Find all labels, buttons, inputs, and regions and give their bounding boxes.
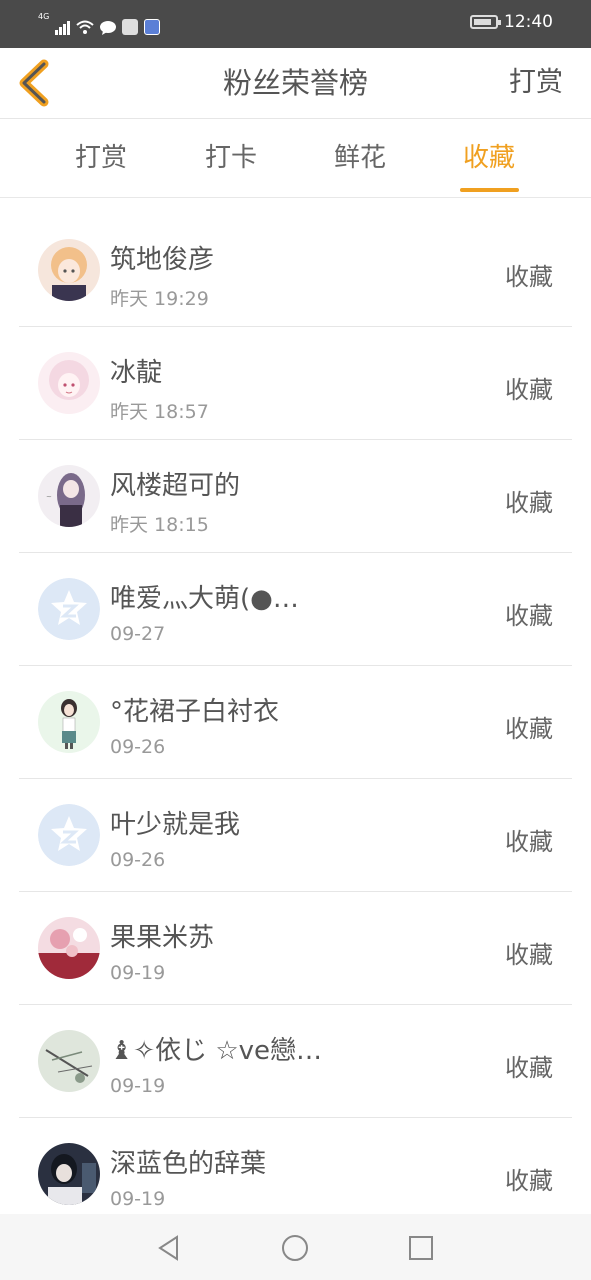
default-avatar[interactable] <box>38 804 100 866</box>
action-label: 收藏 <box>505 1054 553 1082</box>
timestamp: 昨天 18:57 <box>110 401 209 423</box>
tab-checkin[interactable]: 打卡 <box>191 119 271 197</box>
timestamp: 09-27 <box>110 623 166 645</box>
tab-bar: 打赏 打卡 鲜花 收藏 <box>0 119 591 198</box>
fan-list: 筑地俊彦 昨天 19:29 收藏 冰靛 昨天 18:57 收藏 ~ 风楼超可的 … <box>0 214 591 1231</box>
network-type: 4G <box>38 12 50 21</box>
message-icon <box>100 21 117 35</box>
timestamp: 09-19 <box>110 962 166 984</box>
action-label: 收藏 <box>505 828 553 856</box>
circle-home-icon[interactable] <box>281 1234 309 1262</box>
action-label: 收藏 <box>505 941 553 969</box>
status-icons: 4G <box>38 12 161 35</box>
battery-icon <box>470 15 501 29</box>
list-item[interactable]: 筑地俊彦 昨天 19:29 收藏 <box>0 214 591 327</box>
timestamp: 昨天 18:15 <box>110 514 209 536</box>
action-label: 收藏 <box>505 489 553 517</box>
list-item[interactable]: ~ 风楼超可的 昨天 18:15 收藏 <box>0 440 591 553</box>
reward-button[interactable]: 打赏 <box>509 48 563 118</box>
list-item[interactable]: ♝✧依じ ☆ve戀… 09-19 收藏 <box>0 1005 591 1118</box>
avatar[interactable] <box>38 352 100 414</box>
tab-flowers[interactable]: 鲜花 <box>320 119 400 197</box>
user-name: ♝✧依じ ☆ve戀… <box>110 1036 323 1066</box>
user-name: °花裙子白衬衣 <box>110 697 280 727</box>
svg-text:~: ~ <box>46 493 52 501</box>
system-nav-bar <box>0 1214 591 1280</box>
user-name: 筑地俊彦 <box>110 245 215 275</box>
clock: 12:40 <box>504 12 553 32</box>
avatar[interactable] <box>38 917 100 979</box>
user-name: 深蓝色的辞葉 <box>110 1149 267 1179</box>
default-avatar[interactable] <box>38 578 100 640</box>
status-bar: 4G 12:40 <box>0 0 591 48</box>
action-label: 收藏 <box>505 376 553 404</box>
list-item[interactable]: 唯爱灬大萌(●… 09-27 收藏 <box>0 553 591 666</box>
status-right: 12:40 <box>470 12 553 32</box>
app-header: 粉丝荣誉榜 打赏 <box>0 48 591 119</box>
tab-reward[interactable]: 打赏 <box>61 119 141 197</box>
timestamp: 09-26 <box>110 736 166 758</box>
wifi-icon <box>76 20 94 34</box>
user-name: 果果米苏 <box>110 923 215 953</box>
avatar[interactable] <box>38 691 100 753</box>
timestamp: 09-19 <box>110 1188 166 1210</box>
list-item[interactable]: 果果米苏 09-19 收藏 <box>0 892 591 1005</box>
timestamp: 09-19 <box>110 1075 166 1097</box>
action-label: 收藏 <box>505 715 553 743</box>
signal-icon <box>55 19 71 35</box>
active-tab-indicator <box>460 188 519 192</box>
action-label: 收藏 <box>505 602 553 630</box>
user-name: 叶少就是我 <box>110 810 241 840</box>
avatar[interactable]: ~ <box>38 465 100 527</box>
avatar[interactable] <box>38 239 100 301</box>
list-item[interactable]: 叶少就是我 09-26 收藏 <box>0 779 591 892</box>
tab-favorites[interactable]: 收藏 <box>449 119 529 197</box>
timestamp: 09-26 <box>110 849 166 871</box>
square-recent-icon[interactable] <box>407 1234 435 1262</box>
timestamp: 昨天 19:29 <box>110 288 209 310</box>
list-item[interactable]: °花裙子白衬衣 09-26 收藏 <box>0 666 591 779</box>
user-name: 冰靛 <box>110 358 163 388</box>
action-label: 收藏 <box>505 263 553 291</box>
music-notification-icon <box>144 19 161 35</box>
list-item[interactable]: 冰靛 昨天 18:57 收藏 <box>0 327 591 440</box>
app-notification-icon <box>122 19 139 35</box>
page-title: 粉丝荣誉榜 <box>222 66 368 100</box>
action-label: 收藏 <box>505 1167 553 1195</box>
avatar[interactable] <box>38 1030 100 1092</box>
avatar[interactable] <box>38 1143 100 1205</box>
user-name: 唯爱灬大萌(●… <box>110 584 299 614</box>
triangle-back-icon[interactable] <box>155 1234 183 1262</box>
user-name: 风楼超可的 <box>110 471 241 501</box>
